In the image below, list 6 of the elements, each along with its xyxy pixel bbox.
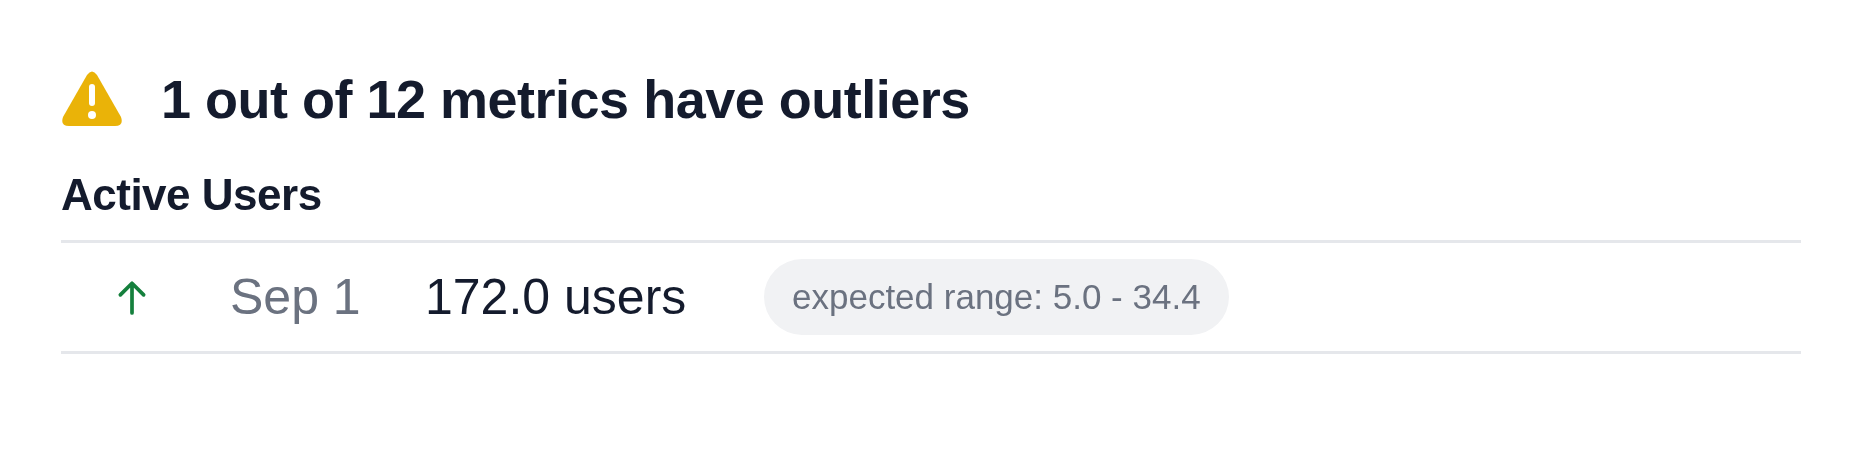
metric-name: Active Users [61, 170, 323, 220]
outliers-heading: 1 out of 12 metrics have outliers [161, 68, 970, 130]
outlier-value: 172.0 users [425, 268, 688, 326]
outlier-date: Sep 1 [230, 268, 362, 326]
expected-range-tag: expected range: 5.0 - 34.4 [764, 259, 1229, 335]
warning-icon [61, 70, 123, 128]
